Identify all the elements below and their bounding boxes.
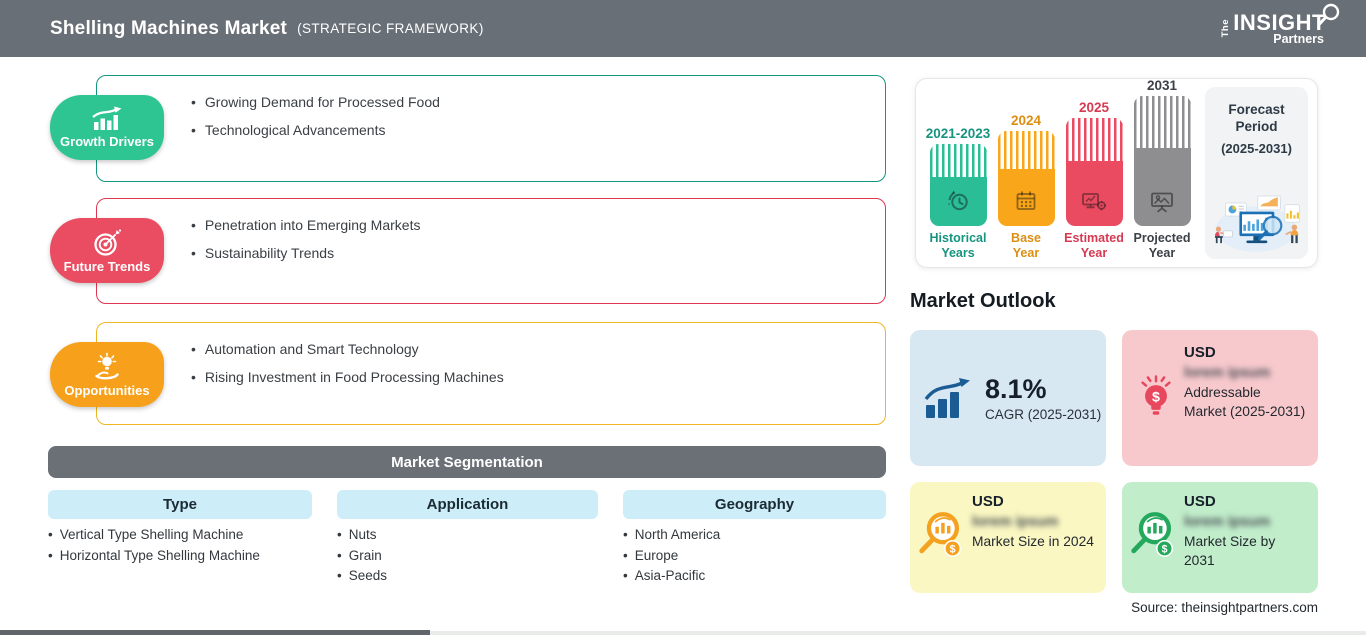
growth-drivers-badge: Growth Drivers <box>50 95 164 160</box>
bar-label: Projected Year <box>1133 231 1191 260</box>
list-item: Growing Demand for Processed Food <box>191 92 869 113</box>
badge-label: Growth Drivers <box>60 134 154 149</box>
list-item: Technological Advancements <box>191 120 869 141</box>
monitor-gear-icon <box>1082 193 1106 211</box>
blurred-value: lorem ipsum <box>1184 365 1271 381</box>
timeline-base-year: 2024 Base Year <box>997 113 1055 261</box>
card-label: Addressable Market (2025-2031) <box>1184 385 1306 419</box>
svg-text:$: $ <box>1162 543 1168 555</box>
timeline-card: 2021-2023 Historical Years 2024 Base Yea… <box>915 78 1318 268</box>
source-attribution: Source: theinsightpartners.com <box>1131 600 1318 615</box>
clock-icon <box>948 190 968 211</box>
presentation-icon <box>1151 192 1173 213</box>
magnifier-chart-icon: $ <box>919 512 962 557</box>
svg-text:$: $ <box>950 543 956 555</box>
timeline-bar <box>929 144 987 226</box>
currency-label: USD <box>1184 493 1216 510</box>
logo-insight: INSIGHT <box>1233 9 1326 35</box>
segment-column-geography: Geography <box>623 490 886 519</box>
timeline-historical-years: 2021-2023 Historical Years <box>926 126 991 261</box>
forecast-period-range: (2025-2031) <box>1221 141 1292 156</box>
blurred-value: lorem ipsum <box>1184 514 1271 530</box>
bottom-strip-light <box>430 631 1366 635</box>
forecast-period-title: Forecast Period <box>1228 102 1285 134</box>
bulb-hand-icon <box>95 352 119 379</box>
magnifier-chart-icon: $ <box>1131 512 1174 557</box>
year-label: 2031 <box>1146 78 1178 93</box>
timeline-estimated-year: 2025 Estimated Year <box>1064 100 1124 261</box>
bulb-dollar-icon: $ <box>1141 375 1171 415</box>
growth-chart-icon <box>924 378 970 418</box>
bar-label: Base Year <box>1011 231 1041 260</box>
year-label: 2025 <box>1078 100 1110 115</box>
badge-label: Opportunities <box>64 382 150 398</box>
list-item: Nuts <box>337 525 387 546</box>
cagr-label: CAGR (2025-2031) <box>985 407 1102 422</box>
timeline-bars: 2021-2023 Historical Years 2024 Base Yea… <box>926 78 1191 261</box>
logo-partners: Partners <box>1273 31 1324 46</box>
calendar-icon <box>1016 191 1036 210</box>
badge-label: Future Trends <box>63 258 151 274</box>
geography-list: North America Europe Asia-Pacific <box>623 525 721 587</box>
opportunities-box: Automation and Smart Technology Rising I… <box>96 322 886 425</box>
market-size-2031-card: $ USD lorem ipsum Market Size by 2031 <box>1122 482 1318 593</box>
forecast-illustration <box>1214 195 1301 252</box>
list-item: Europe <box>623 546 720 567</box>
list-item: Asia-Pacific <box>623 566 720 587</box>
currency-label: USD <box>1184 344 1216 361</box>
segment-column-type: Type <box>48 490 312 519</box>
cagr-card: 8.1% CAGR (2025-2031) <box>910 330 1106 466</box>
list-item: Horizontal Type Shelling Machine <box>48 546 260 567</box>
forecast-period-panel: Forecast Period (2025-2031) <box>1205 87 1308 259</box>
timeline-bar <box>1065 118 1123 226</box>
list-item: North America <box>623 525 721 546</box>
type-list: Vertical Type Shelling Machine Horizonta… <box>48 525 260 566</box>
svg-text:$: $ <box>1152 389 1160 405</box>
future-trends-badge: Future Trends <box>50 218 164 283</box>
list-item: Vertical Type Shelling Machine <box>48 525 260 546</box>
magnifier-icon <box>1318 3 1340 26</box>
list-item: Penetration into Emerging Markets <box>191 215 869 236</box>
list-item: Sustainability Trends <box>191 243 869 264</box>
addressable-market-card: $ USD lorem ipsum Addressable Market (20… <box>1122 330 1318 466</box>
header-bar: Shelling Machines Market (STRATEGIC FRAM… <box>0 0 1366 57</box>
card-label: Market Size by 2031 <box>1184 534 1276 568</box>
market-outlook-title: Market Outlook <box>910 290 1056 312</box>
page-subtitle: (STRATEGIC FRAMEWORK) <box>297 21 484 36</box>
logo-stack: INSIGHT Partners <box>1233 3 1340 46</box>
timeline-bar <box>1133 96 1191 226</box>
card-label: Market Size in 2024 <box>972 534 1094 549</box>
future-trends-section: Penetration into Emerging Markets Sustai… <box>0 198 886 304</box>
cagr-value: 8.1% <box>985 374 1047 404</box>
list-item: Rising Investment in Food Processing Mac… <box>191 367 869 388</box>
market-segmentation-header: Market Segmentation <box>48 446 886 478</box>
growth-drivers-box: Growing Demand for Processed Food Techno… <box>96 75 886 182</box>
blurred-value: lorem ipsum <box>972 514 1059 530</box>
infographic-canvas: Shelling Machines Market (STRATEGIC FRAM… <box>0 0 1366 635</box>
list-item: Grain <box>337 546 387 567</box>
opportunities-badge: Opportunities <box>50 342 164 407</box>
bar-chart-growth-icon <box>92 106 122 130</box>
opportunities-section: Automation and Smart Technology Rising I… <box>0 322 886 425</box>
list-item: Seeds <box>337 566 387 587</box>
timeline-bar <box>997 131 1055 226</box>
currency-label: USD <box>972 493 1004 510</box>
segment-column-application: Application <box>337 490 598 519</box>
future-trends-box: Penetration into Emerging Markets Sustai… <box>96 198 886 304</box>
year-label: 2021-2023 <box>925 126 991 141</box>
insight-partners-logo: The INSIGHT Partners <box>1219 3 1340 46</box>
page-title: Shelling Machines Market <box>50 17 288 39</box>
market-size-2024-card: $ USD lorem ipsum Market Size in 2024 <box>910 482 1106 593</box>
target-icon <box>94 228 122 256</box>
logo-the: The <box>1219 19 1231 38</box>
application-list: Nuts Grain Seeds <box>337 525 387 587</box>
growth-drivers-section: Growing Demand for Processed Food Techno… <box>0 75 886 182</box>
year-label: 2024 <box>1010 113 1042 128</box>
bar-label: Estimated Year <box>1064 231 1124 260</box>
bottom-strip-dark <box>0 630 430 635</box>
bar-label: Historical Years <box>929 231 987 260</box>
list-item: Automation and Smart Technology <box>191 339 869 360</box>
timeline-projected-year: 2031 Projected Year <box>1133 78 1191 261</box>
